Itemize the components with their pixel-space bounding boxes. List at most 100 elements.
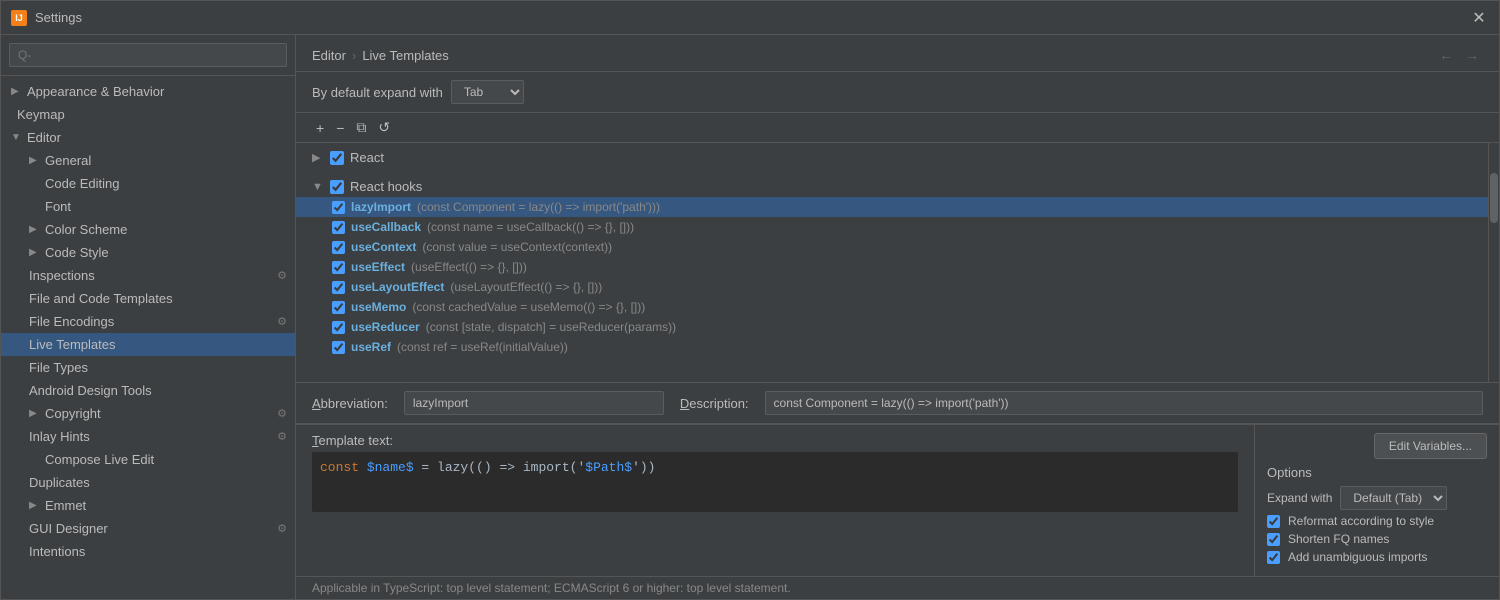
collapse-chevron-icon: ▶ xyxy=(312,151,324,164)
item-name: useRef xyxy=(351,340,391,354)
sidebar-item-inlay-hints[interactable]: Inlay Hints ⚙ xyxy=(1,425,295,448)
expand-chevron-icon: ▼ xyxy=(312,181,324,193)
template-item-uselayouteffect[interactable]: useLayoutEffect (useLayoutEffect(() => {… xyxy=(296,277,1488,297)
sidebar-item-file-code-templates[interactable]: File and Code Templates xyxy=(1,287,295,310)
chevron-icon: ▶ xyxy=(29,247,41,258)
sidebar-item-editor[interactable]: ▼ Editor xyxy=(1,126,295,149)
reformat-row: Reformat according to style xyxy=(1267,514,1487,528)
right-options-panel: Edit Variables... Options Expand with De… xyxy=(1254,425,1499,576)
edit-variables-button[interactable]: Edit Variables... xyxy=(1374,433,1487,459)
list-scrollbar[interactable] xyxy=(1489,143,1499,382)
scrollbar-thumb[interactable] xyxy=(1490,173,1498,223)
useeffect-checkbox[interactable] xyxy=(332,261,345,274)
template-group-react: ▶ React xyxy=(296,143,1488,172)
uselayouteffect-checkbox[interactable] xyxy=(332,281,345,294)
toolbar: + − ⧉ ↺ xyxy=(296,113,1499,143)
template-text-area: Template text: const $name$ = lazy(() =>… xyxy=(296,424,1499,576)
sidebar: ▶ Appearance & Behavior Keymap ▼ Editor … xyxy=(1,35,296,599)
react-hooks-group-checkbox[interactable] xyxy=(330,180,344,194)
settings-icon: ⚙ xyxy=(277,430,287,443)
sidebar-item-label: Color Scheme xyxy=(45,222,127,237)
copy-button[interactable]: ⧉ xyxy=(352,117,370,138)
sidebar-item-copyright[interactable]: ▶ Copyright ⚙ xyxy=(1,402,295,425)
expand-bar: By default expand with Tab Enter Space xyxy=(296,72,1499,113)
sidebar-item-emmet[interactable]: ▶ Emmet xyxy=(1,494,295,517)
usecontext-checkbox[interactable] xyxy=(332,241,345,254)
react-group-checkbox[interactable] xyxy=(330,151,344,165)
sidebar-item-keymap[interactable]: Keymap xyxy=(1,103,295,126)
chevron-icon: ▼ xyxy=(11,132,23,143)
reformat-checkbox[interactable] xyxy=(1267,515,1280,528)
sidebar-item-android-design-tools[interactable]: Android Design Tools xyxy=(1,379,295,402)
usereducer-checkbox[interactable] xyxy=(332,321,345,334)
shorten-fq-checkbox[interactable] xyxy=(1267,533,1280,546)
window-title: Settings xyxy=(35,10,1469,25)
sidebar-item-label: Copyright xyxy=(45,406,101,421)
template-item-usememo[interactable]: useMemo (const cachedValue = useMemo(() … xyxy=(296,297,1488,317)
content-area: ▶ React ▼ React hooks xyxy=(296,143,1499,599)
sidebar-item-color-scheme[interactable]: ▶ Color Scheme xyxy=(1,218,295,241)
template-item-useref[interactable]: useRef (const ref = useRef(initialValue)… xyxy=(296,337,1488,357)
reset-button[interactable]: ↺ xyxy=(374,117,394,138)
sidebar-item-general[interactable]: ▶ General xyxy=(1,149,295,172)
item-name: useContext xyxy=(351,240,416,254)
usecallback-checkbox[interactable] xyxy=(332,221,345,234)
abbreviation-input[interactable]: lazyImport xyxy=(404,391,664,415)
description-input[interactable]: const Component = lazy(() => import('pat… xyxy=(765,391,1483,415)
nav-back-button[interactable]: ← xyxy=(1435,47,1457,63)
chevron-icon: ▶ xyxy=(29,408,41,419)
sidebar-item-font[interactable]: Font xyxy=(1,195,295,218)
add-button[interactable]: + xyxy=(312,118,328,138)
code-rest: ')) xyxy=(632,460,655,475)
useref-checkbox[interactable] xyxy=(332,341,345,354)
unambiguous-imports-label: Add unambiguous imports xyxy=(1288,550,1427,564)
item-name: useLayoutEffect xyxy=(351,280,444,294)
lazyimport-checkbox[interactable] xyxy=(332,201,345,214)
sidebar-tree: ▶ Appearance & Behavior Keymap ▼ Editor … xyxy=(1,76,295,599)
remove-button[interactable]: − xyxy=(332,118,348,138)
edit-vars-row: Edit Variables... xyxy=(1267,433,1487,459)
template-code-editor[interactable]: const $name$ = lazy(() => import('$Path$… xyxy=(312,452,1238,512)
breadcrumb-current: Live Templates xyxy=(362,48,448,63)
reformat-label: Reformat according to style xyxy=(1288,514,1434,528)
sidebar-item-duplicates[interactable]: Duplicates xyxy=(1,471,295,494)
sidebar-item-label: Appearance & Behavior xyxy=(27,84,164,99)
sidebar-item-label: Code Style xyxy=(45,245,109,260)
sidebar-item-file-encodings[interactable]: File Encodings ⚙ xyxy=(1,310,295,333)
main-content: ▶ Appearance & Behavior Keymap ▼ Editor … xyxy=(1,35,1499,599)
sidebar-item-appearance[interactable]: ▶ Appearance & Behavior xyxy=(1,80,295,103)
item-desc: (const ref = useRef(initialValue)) xyxy=(397,340,568,354)
unambiguous-imports-checkbox[interactable] xyxy=(1267,551,1280,564)
sidebar-item-intentions[interactable]: Intentions xyxy=(1,540,295,563)
applicable-text: Applicable in TypeScript: top level stat… xyxy=(296,576,1499,599)
template-item-useeffect[interactable]: useEffect (useEffect(() => {}, [])) xyxy=(296,257,1488,277)
template-item-lazyimport[interactable]: lazyImport (const Component = lazy(() =>… xyxy=(296,197,1488,217)
code-keyword: const xyxy=(320,460,367,475)
sidebar-item-code-style[interactable]: ▶ Code Style xyxy=(1,241,295,264)
sidebar-item-code-editing[interactable]: Code Editing xyxy=(1,172,295,195)
template-left: Template text: const $name$ = lazy(() =>… xyxy=(296,425,1254,576)
sidebar-item-compose-live-edit[interactable]: Compose Live Edit xyxy=(1,448,295,471)
code-operator: = lazy(() => import(' xyxy=(414,460,586,475)
template-item-usereducer[interactable]: useReducer (const [state, dispatch] = us… xyxy=(296,317,1488,337)
title-bar: IJ Settings ✕ xyxy=(1,1,1499,35)
expand-with-select[interactable]: Default (Tab) Tab Enter xyxy=(1340,486,1447,510)
close-button[interactable]: ✕ xyxy=(1469,8,1489,28)
sidebar-item-inspections[interactable]: Inspections ⚙ xyxy=(1,264,295,287)
expand-select[interactable]: Tab Enter Space xyxy=(451,80,524,104)
sidebar-item-live-templates[interactable]: Live Templates xyxy=(1,333,295,356)
sidebar-item-file-types[interactable]: File Types xyxy=(1,356,295,379)
search-input[interactable] xyxy=(9,43,287,67)
nav-forward-button[interactable]: → xyxy=(1461,47,1483,63)
react-group-header[interactable]: ▶ React xyxy=(296,147,1488,168)
template-item-usecontext[interactable]: useContext (const value = useContext(con… xyxy=(296,237,1488,257)
item-name: useReducer xyxy=(351,320,420,334)
sidebar-item-label: General xyxy=(45,153,91,168)
app-icon: IJ xyxy=(11,10,27,26)
usememo-checkbox[interactable] xyxy=(332,301,345,314)
sidebar-item-label: Android Design Tools xyxy=(29,383,152,398)
react-hooks-group-header[interactable]: ▼ React hooks xyxy=(296,176,1488,197)
react-group-label: React xyxy=(350,150,384,165)
sidebar-item-gui-designer[interactable]: GUI Designer ⚙ xyxy=(1,517,295,540)
template-item-usecallback[interactable]: useCallback (const name = useCallback(()… xyxy=(296,217,1488,237)
